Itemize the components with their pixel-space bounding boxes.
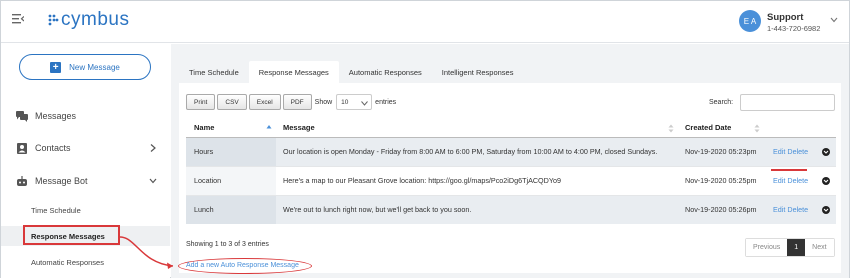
main-content: Time Schedule Response Messages Automati… <box>171 44 849 278</box>
cell-actions: Edit Delete <box>764 165 836 195</box>
cell-created-date: Nov-19-2020 05:26pm <box>678 194 764 224</box>
column-header-label: Name <box>194 123 215 133</box>
entries-label: entries <box>375 98 397 106</box>
new-message-button[interactable]: + New Message <box>19 54 151 80</box>
print-button[interactable]: Print <box>186 94 216 110</box>
sidebar-item-messages[interactable]: Messages <box>1 106 170 126</box>
column-header-actions <box>764 119 836 138</box>
page-1-button[interactable]: 1 <box>787 239 806 256</box>
cell-message: Here's a map to our Pleasant Grove locat… <box>276 165 678 195</box>
cell-created-date: Nov-19-2020 05:25pm <box>678 165 764 195</box>
contacts-icon <box>17 142 27 154</box>
chevron-right-icon <box>150 144 156 152</box>
delete-link[interactable]: Delete <box>787 176 808 185</box>
search-input[interactable] <box>740 94 835 111</box>
expand-row-icon[interactable] <box>822 176 830 185</box>
bot-icon <box>17 175 27 186</box>
avatar[interactable]: E A <box>739 10 761 32</box>
csv-button[interactable]: CSV <box>217 94 247 110</box>
table-info: Showing 1 to 3 of 3 entries <box>186 241 269 248</box>
chat-icon <box>16 110 28 122</box>
sort-icon <box>754 124 760 133</box>
column-header-label: Created Date <box>685 123 732 133</box>
logo-dots-icon <box>48 14 59 26</box>
user-name[interactable]: Support <box>767 12 803 23</box>
edit-link[interactable]: Edit <box>773 147 785 156</box>
sidebar-subitem-time-schedule[interactable]: Time Schedule <box>1 200 170 220</box>
tab-intelligent-responses[interactable]: Intelligent Responses <box>432 61 524 83</box>
app-window: cymbus E A Support 1-443-720-6982 + New … <box>0 0 850 278</box>
chevron-down-icon <box>361 101 369 106</box>
edit-link[interactable]: Edit <box>773 176 785 185</box>
response-messages-table: Name Message Created Date Hours Our loca… <box>186 119 836 224</box>
pdf-button[interactable]: PDF <box>282 94 312 110</box>
delete-link[interactable]: Delete <box>787 147 808 156</box>
previous-page-button[interactable]: Previous <box>746 239 788 256</box>
user-phone: 1-443-720-6982 <box>767 24 821 33</box>
tab-bar: Time Schedule Response Messages Automati… <box>179 61 523 83</box>
sidebar-item-label: Message Bot <box>35 176 88 186</box>
tab-response-messages[interactable]: Response Messages <box>248 61 339 83</box>
sidebar-item-label: Messages <box>35 111 77 121</box>
column-header-message[interactable]: Message <box>276 119 678 138</box>
annotation-highlight-box <box>23 225 120 245</box>
sort-ascending-icon <box>266 125 272 129</box>
plus-icon: + <box>50 61 62 73</box>
sidebar-item-contacts[interactable]: Contacts <box>1 138 170 158</box>
column-header-created-date[interactable]: Created Date <box>678 119 764 138</box>
page-length-value: 10 <box>341 98 349 106</box>
cell-name: Lunch <box>186 194 276 224</box>
subitem-label: Automatic Responses <box>31 257 104 267</box>
edit-link[interactable]: Edit <box>773 205 785 214</box>
table-row: Location Here's a map to our Pleasant Gr… <box>186 165 836 195</box>
next-page-button[interactable]: Next <box>805 239 834 256</box>
cell-name: Hours <box>186 136 276 166</box>
search-label: Search: <box>709 99 734 106</box>
add-auto-response-link[interactable]: Add a new Auto Response Message <box>186 262 299 269</box>
cell-message: Our location is open Monday - Friday fro… <box>276 136 678 166</box>
sidebar-item-message-bot[interactable]: Message Bot <box>1 171 170 191</box>
table-toolbar: Print CSV Excel PDF Show 10 entries <box>186 94 396 110</box>
cell-message: We're out to lunch right now, but we'll … <box>276 194 678 224</box>
column-header-label: Message <box>283 123 315 133</box>
delete-link[interactable]: Delete <box>787 205 808 214</box>
page-length-select[interactable]: 10 <box>336 94 373 110</box>
expand-row-icon[interactable] <box>822 147 830 156</box>
sidebar-item-label: Contacts <box>35 143 71 153</box>
response-messages-panel: Print CSV Excel PDF Show 10 entries Sear… <box>179 83 841 273</box>
expand-row-icon[interactable] <box>822 205 830 214</box>
cymbus-logo[interactable]: cymbus <box>47 9 129 31</box>
table-header-row: Name Message Created Date <box>186 119 836 138</box>
tab-automatic-responses[interactable]: Automatic Responses <box>339 61 432 83</box>
chevron-down-icon[interactable] <box>830 17 838 23</box>
show-label: Show <box>314 98 333 106</box>
cell-name: Location <box>186 165 276 195</box>
subitem-label: Time Schedule <box>31 205 81 215</box>
table-row: Lunch We're out to lunch right now, but … <box>186 194 836 224</box>
logo-text: cymbus <box>61 9 130 30</box>
cell-actions: Edit Delete <box>764 194 836 224</box>
cell-created-date: Nov-19-2020 05:23pm <box>678 136 764 166</box>
cell-actions: Edit Delete <box>764 136 836 166</box>
chevron-down-icon <box>149 178 157 184</box>
new-message-label: New Message <box>69 62 120 72</box>
column-header-name[interactable]: Name <box>186 119 276 138</box>
sidebar-subitem-automatic-responses[interactable]: Automatic Responses <box>1 252 170 272</box>
excel-button[interactable]: Excel <box>248 94 281 110</box>
top-header: cymbus E A Support 1-443-720-6982 <box>1 1 849 43</box>
table-row: Hours Our location is open Monday - Frid… <box>186 136 836 166</box>
sort-icon <box>668 124 674 133</box>
sidebar: + New Message Messages Contacts Message … <box>1 44 170 278</box>
tab-time-schedule[interactable]: Time Schedule <box>179 61 249 83</box>
menu-collapse-icon[interactable] <box>12 14 24 24</box>
pagination: Previous 1 Next <box>745 238 835 257</box>
